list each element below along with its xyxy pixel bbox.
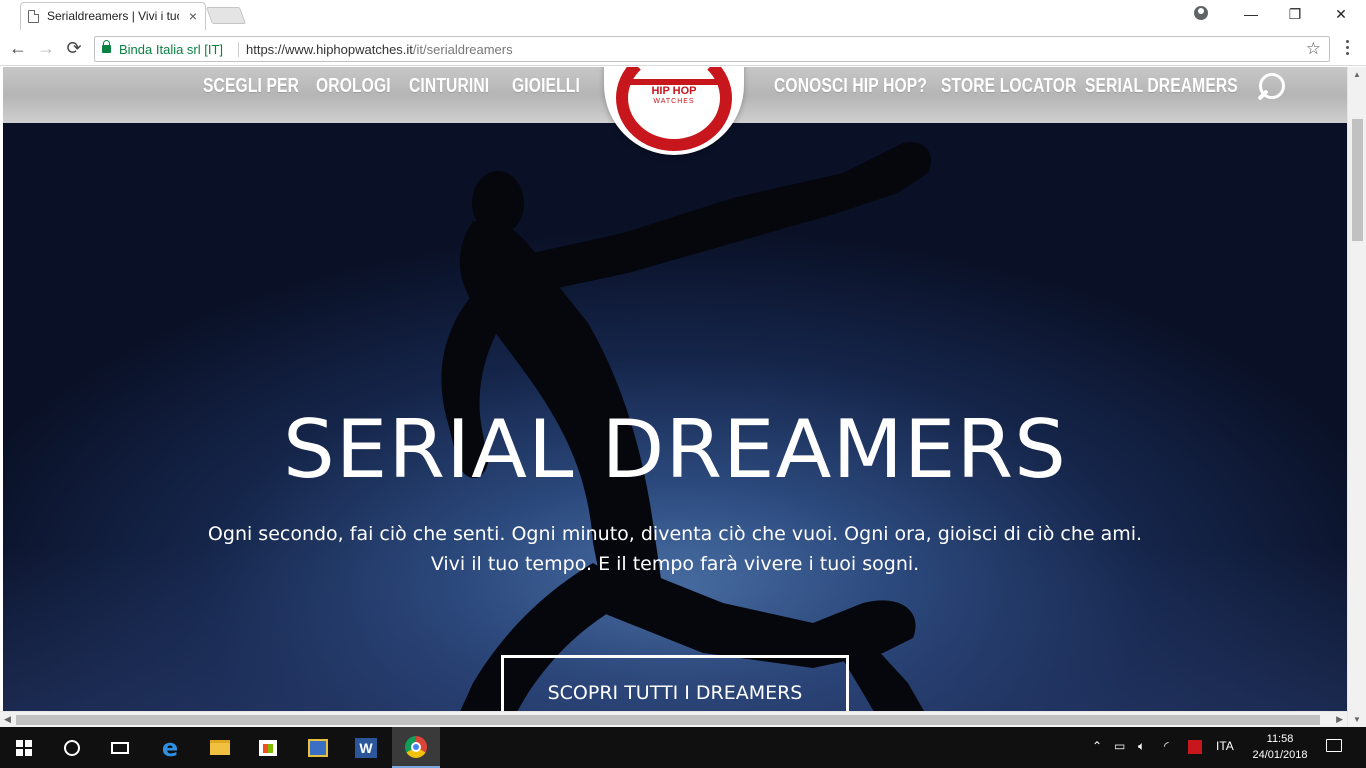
search-icon[interactable] bbox=[1255, 73, 1285, 103]
tray-chevron-icon[interactable]: ⌃ bbox=[1092, 739, 1102, 753]
store-icon bbox=[259, 739, 277, 756]
back-button[interactable]: ← bbox=[6, 37, 30, 61]
hero-subtitle-line-1: Ogni secondo, fai ciò che senti. Ogni mi… bbox=[207, 523, 1143, 545]
page-viewport: SCEGLI PER OROLOGI CINTURINI GIOIELLI CO… bbox=[0, 67, 1366, 727]
cortana-icon bbox=[64, 739, 80, 756]
antivirus-icon[interactable] bbox=[1188, 740, 1202, 754]
account-icon[interactable] bbox=[1194, 6, 1208, 20]
network-app[interactable] bbox=[294, 727, 342, 768]
nav-item-store-locator[interactable]: STORE LOCATOR bbox=[941, 75, 1077, 98]
system-clock[interactable]: 11:58 24/01/2018 bbox=[1248, 731, 1312, 763]
close-window-button[interactable]: ✕ bbox=[1318, 2, 1364, 28]
url-host: https://www.hiphopwatches.it bbox=[246, 42, 413, 57]
tab-title: Serialdreamers | Vivi i tuo bbox=[47, 9, 179, 23]
horizontal-scrollbar[interactable]: ◀ ▶ bbox=[0, 711, 1347, 727]
browser-toolbar: ← → ⟳ Binda Italia srl [IT] https://www.… bbox=[0, 32, 1366, 66]
start-button[interactable] bbox=[0, 727, 48, 768]
nav-item-scegli-per[interactable]: SCEGLI PER bbox=[203, 75, 299, 98]
hero-title: SERIAL DREAMERS bbox=[282, 403, 1067, 496]
clock-time: 11:58 bbox=[1266, 733, 1294, 745]
bookmark-star-icon[interactable]: ☆ bbox=[1306, 39, 1321, 59]
tab-close-icon[interactable]: × bbox=[189, 8, 197, 24]
volume-icon[interactable]: 🔈︎ bbox=[1138, 739, 1145, 754]
language-indicator[interactable]: ITA bbox=[1216, 739, 1234, 753]
nav-item-gioielli[interactable]: GIOIELLI bbox=[512, 75, 580, 98]
hero-subtitle-line-2: Vivi il tuo tempo. E il tempo farà viver… bbox=[430, 553, 920, 575]
vertical-scroll-thumb[interactable] bbox=[1352, 119, 1363, 241]
url-text[interactable]: https://www.hiphopwatches.it/it/serialdr… bbox=[246, 42, 513, 57]
word-app[interactable]: W bbox=[342, 727, 390, 768]
task-view-icon bbox=[111, 741, 129, 754]
forward-button[interactable]: → bbox=[34, 37, 58, 61]
edge-app[interactable]: e bbox=[146, 727, 194, 768]
logo-text: HIP HOP bbox=[651, 85, 697, 97]
nav-item-cinturini[interactable]: CINTURINI bbox=[409, 75, 489, 98]
reload-button[interactable]: ⟳ bbox=[62, 37, 86, 61]
word-icon: W bbox=[355, 737, 377, 758]
logo-subtext: WATCHES bbox=[653, 98, 695, 105]
file-explorer-app[interactable] bbox=[196, 727, 244, 768]
nav-item-orologi[interactable]: OROLOGI bbox=[316, 75, 391, 98]
scroll-up-icon[interactable]: ▲ bbox=[1353, 70, 1361, 79]
browser-tab[interactable]: Serialdreamers | Vivi i tuo × bbox=[20, 2, 206, 30]
store-app[interactable] bbox=[244, 727, 292, 768]
lock-icon bbox=[102, 40, 111, 53]
task-view-button[interactable] bbox=[96, 727, 144, 768]
clock-date: 24/01/2018 bbox=[1252, 749, 1308, 761]
hero-subtitle: Ogni secondo, fai ciò che senti. Ogni mi… bbox=[3, 519, 1347, 579]
folder-icon bbox=[210, 740, 230, 755]
edge-icon: e bbox=[161, 733, 179, 762]
nav-item-serial-dreamers[interactable]: SERIAL DREAMERS bbox=[1085, 75, 1238, 98]
scroll-down-icon[interactable]: ▼ bbox=[1353, 715, 1361, 724]
browser-menu-icon[interactable] bbox=[1346, 40, 1350, 58]
minimize-button[interactable]: — bbox=[1228, 2, 1274, 28]
hero-banner: SERIAL DREAMERS Ogni secondo, fai ciò ch… bbox=[3, 123, 1347, 727]
new-tab-button[interactable] bbox=[205, 7, 247, 24]
network-app-icon bbox=[308, 738, 328, 757]
vertical-scrollbar[interactable]: ▲ ▼ bbox=[1347, 67, 1366, 727]
notifications-icon[interactable] bbox=[1326, 739, 1342, 752]
windows-taskbar: e W ⌃ ▭ 🔈︎ ◜ ITA 11:58 24/01/2018 bbox=[0, 727, 1366, 768]
wifi-icon[interactable]: ◜ bbox=[1164, 739, 1169, 753]
address-bar[interactable]: Binda Italia srl [IT] https://www.hiphop… bbox=[94, 36, 1330, 62]
battery-icon[interactable]: ▭ bbox=[1114, 739, 1125, 753]
chrome-app[interactable] bbox=[392, 727, 440, 768]
windows-logo-icon bbox=[16, 739, 32, 756]
page-icon bbox=[28, 10, 39, 23]
url-path: /it/serialdreamers bbox=[412, 42, 513, 57]
chrome-icon bbox=[405, 735, 427, 758]
browser-tab-bar: Serialdreamers | Vivi i tuo × — ❐ ✕ bbox=[0, 0, 1366, 32]
scroll-right-icon[interactable]: ▶ bbox=[1336, 714, 1343, 725]
nav-item-conosci-hip-hop[interactable]: CONOSCI HIP HOP? bbox=[774, 75, 927, 98]
omnibox-divider bbox=[238, 42, 239, 57]
scroll-left-icon[interactable]: ◀ bbox=[4, 714, 11, 725]
horizontal-scroll-thumb[interactable] bbox=[16, 715, 1320, 725]
security-label[interactable]: Binda Italia srl [IT] bbox=[119, 42, 223, 57]
cortana-button[interactable] bbox=[48, 727, 96, 768]
restore-button[interactable]: ❐ bbox=[1272, 2, 1318, 28]
